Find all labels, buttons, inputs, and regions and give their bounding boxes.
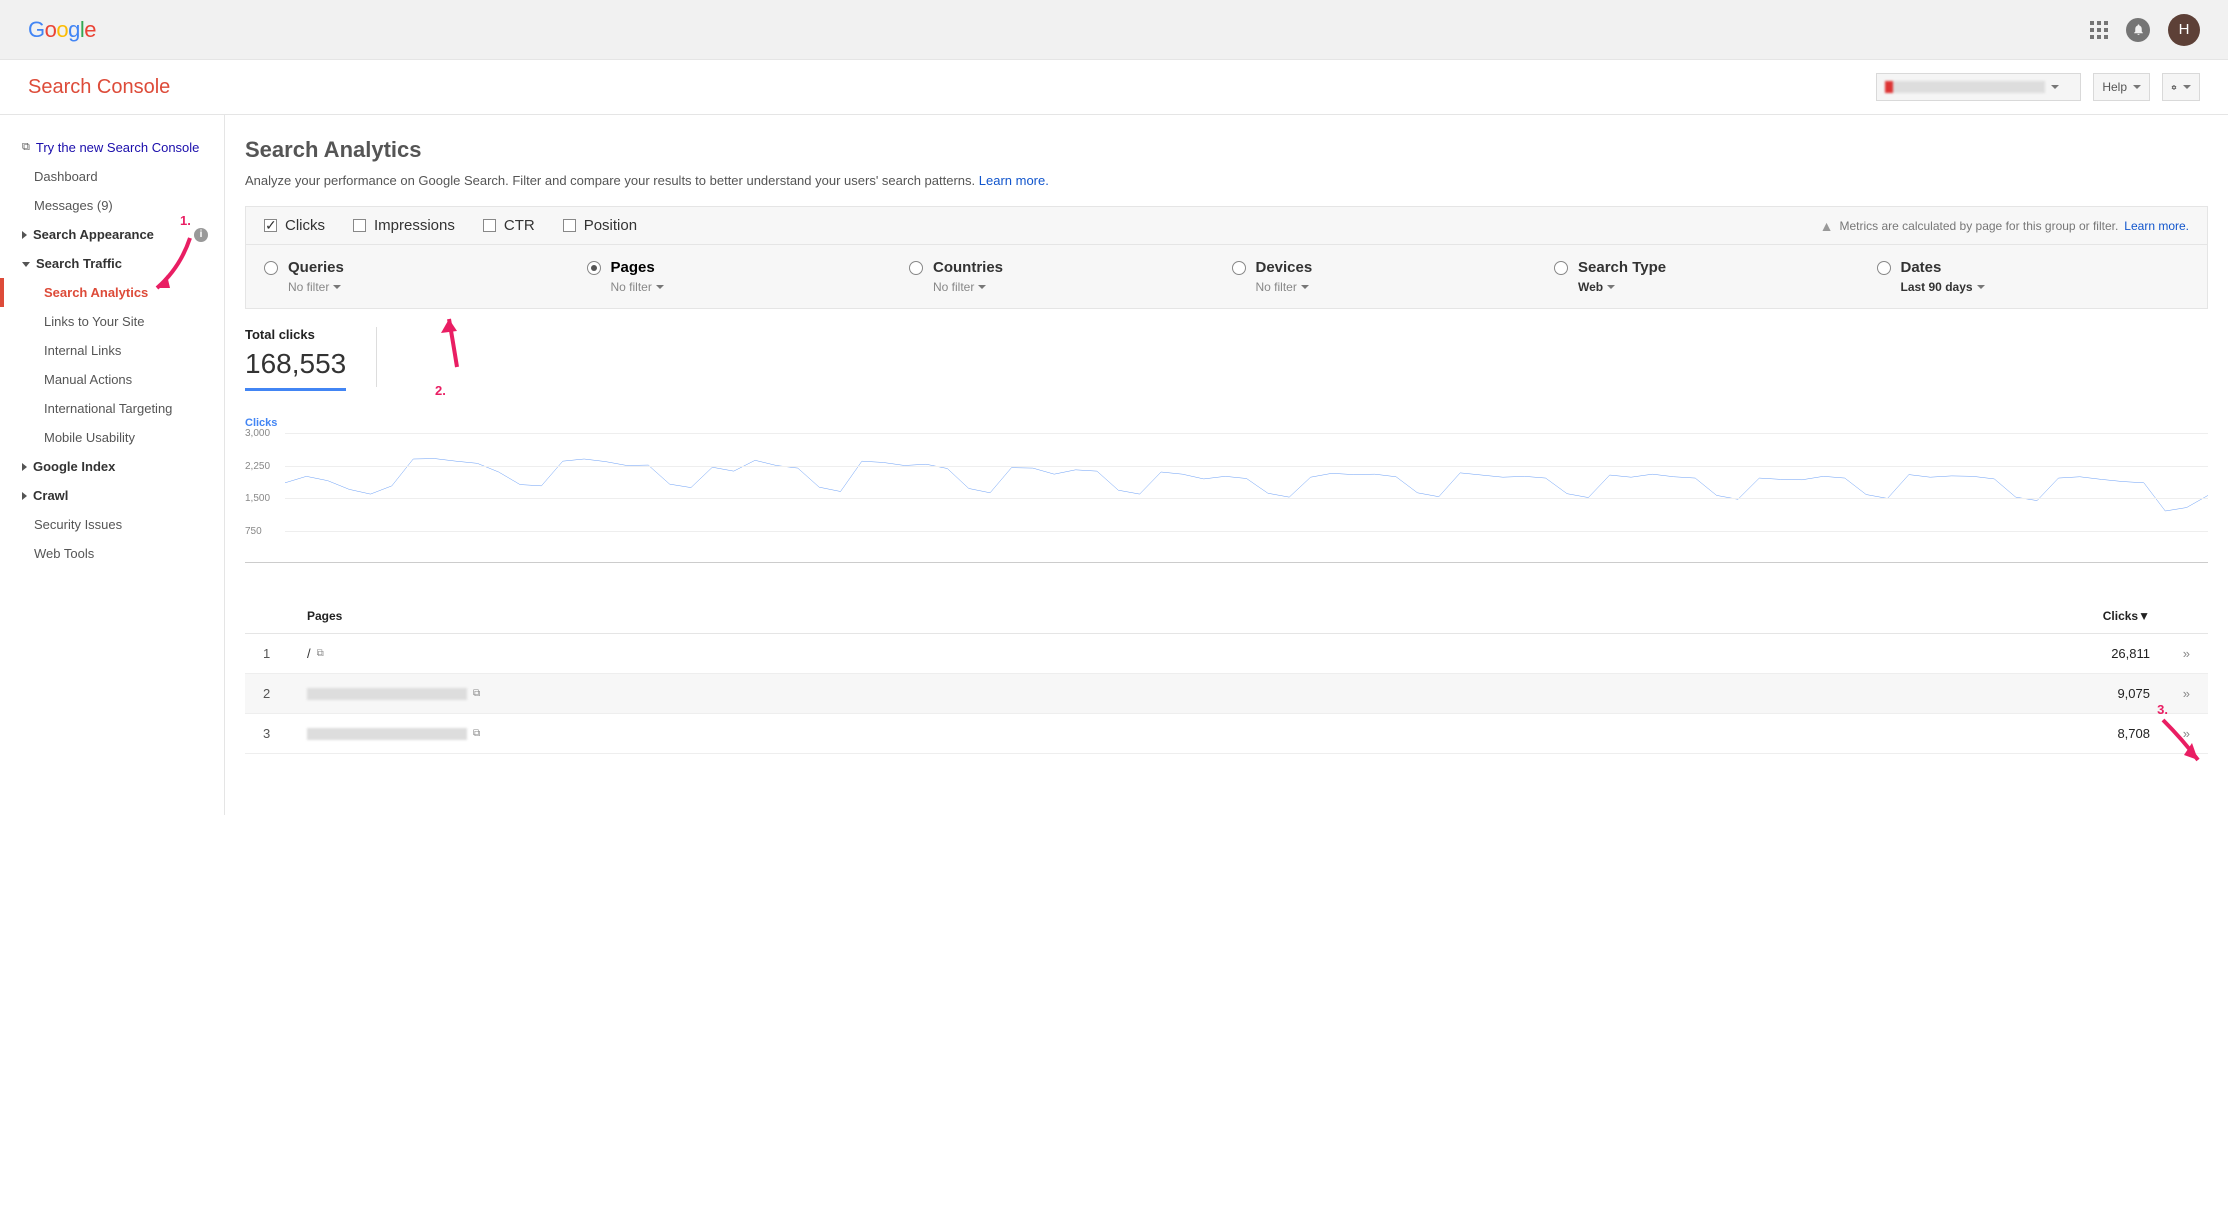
metrics-note: ▲Metrics are calculated by page for this… xyxy=(1820,218,2189,234)
table-row[interactable]: 1/⧉26,811» xyxy=(245,634,2208,674)
sidebar-item-search-analytics[interactable]: Search Analytics xyxy=(8,278,216,307)
results-table: Pages Clicks▼ 1/⧉26,811»2⧉9,075»3⧉8,708» xyxy=(245,599,2208,754)
divider xyxy=(376,327,377,387)
annotation-1: 1. xyxy=(180,213,191,228)
col-pages-header[interactable]: Pages xyxy=(307,609,2030,623)
apps-icon[interactable] xyxy=(2090,21,2108,39)
gear-icon xyxy=(2171,80,2177,95)
radio-icon xyxy=(264,261,278,275)
site-selector-dropdown[interactable] xyxy=(1876,73,2081,101)
chevron-down-icon xyxy=(2183,85,2191,89)
row-expand-icon[interactable]: » xyxy=(2150,686,2190,701)
warning-icon: ▲ xyxy=(1820,218,1834,234)
total-clicks-value: 168,553 xyxy=(245,348,346,380)
radio-icon xyxy=(587,261,601,275)
avatar[interactable]: H xyxy=(2168,14,2200,46)
open-external-icon[interactable]: ⧉ xyxy=(317,648,324,659)
help-dropdown[interactable]: Help xyxy=(2093,73,2150,101)
notifications-icon[interactable] xyxy=(2126,18,2150,42)
dimension-search-type[interactable]: Search TypeWeb xyxy=(1554,259,1867,294)
sidebar-item-links-to-site[interactable]: Links to Your Site xyxy=(8,307,216,336)
product-title: Search Console xyxy=(28,76,1876,99)
chevron-down-icon xyxy=(1977,285,1985,289)
google-logo: Google xyxy=(28,17,2090,43)
metric-toggle-position[interactable]: Position xyxy=(563,217,637,234)
table-row[interactable]: 3⧉8,708» xyxy=(245,714,2208,754)
checkbox-icon xyxy=(264,219,277,232)
row-expand-icon[interactable]: » xyxy=(2150,726,2190,741)
metric-toggle-clicks[interactable]: Clicks xyxy=(264,217,325,234)
sub-header: Search Console Help xyxy=(0,60,2228,115)
sidebar-group-google-index[interactable]: Google Index xyxy=(8,452,216,481)
open-external-icon: ⧉ xyxy=(22,141,30,154)
page-description: Analyze your performance on Google Searc… xyxy=(245,173,2208,188)
learn-more-link[interactable]: Learn more. xyxy=(2124,219,2189,233)
chevron-down-icon xyxy=(2051,85,2059,89)
open-external-icon[interactable]: ⧉ xyxy=(473,728,480,739)
chevron-down-icon xyxy=(978,285,986,289)
dimension-dates[interactable]: DatesLast 90 days xyxy=(1877,259,2190,294)
checkbox-icon xyxy=(483,219,496,232)
radio-icon xyxy=(1877,261,1891,275)
sidebar-item-security[interactable]: Security Issues xyxy=(8,510,216,539)
row-expand-icon[interactable]: » xyxy=(2150,646,2190,661)
sidebar-item-internal-links[interactable]: Internal Links xyxy=(8,336,216,365)
radio-icon xyxy=(1232,261,1246,275)
sidebar-item-web-tools[interactable]: Web Tools xyxy=(8,539,216,568)
top-header: Google H xyxy=(0,0,2228,60)
annotation-3: 3. xyxy=(2157,702,2168,717)
chevron-right-icon xyxy=(22,463,27,471)
metric-toggle-impressions[interactable]: Impressions xyxy=(353,217,455,234)
dimension-devices[interactable]: DevicesNo filter xyxy=(1232,259,1545,294)
chart-title: Clicks xyxy=(245,417,2208,429)
chevron-down-icon xyxy=(1301,285,1309,289)
metric-toggle-ctr[interactable]: CTR xyxy=(483,217,535,234)
chevron-down-icon xyxy=(22,262,30,267)
info-icon: i xyxy=(194,228,208,242)
sidebar-item-dashboard[interactable]: Dashboard xyxy=(8,162,216,191)
totals-block: Total clicks 168,553 xyxy=(245,309,2208,409)
chevron-right-icon xyxy=(22,231,27,239)
page-title: Search Analytics xyxy=(245,137,2208,163)
checkbox-icon xyxy=(563,219,576,232)
annotation-2: 2. xyxy=(435,383,446,398)
sidebar-item-intl-targeting[interactable]: International Targeting xyxy=(8,394,216,423)
total-clicks-label: Total clicks xyxy=(245,327,346,342)
dimension-pages[interactable]: PagesNo filter xyxy=(587,259,900,294)
chevron-down-icon xyxy=(2133,85,2141,89)
dimension-queries[interactable]: QueriesNo filter xyxy=(264,259,577,294)
table-header: Pages Clicks▼ xyxy=(245,599,2208,634)
sidebar-item-mobile-usability[interactable]: Mobile Usability xyxy=(8,423,216,452)
main-content: Search Analytics Analyze your performanc… xyxy=(225,115,2228,815)
chevron-down-icon xyxy=(656,285,664,289)
open-external-icon[interactable]: ⧉ xyxy=(473,688,480,699)
sidebar-item-manual-actions[interactable]: Manual Actions xyxy=(8,365,216,394)
chevron-right-icon xyxy=(22,492,27,500)
sidebar-group-search-traffic[interactable]: Search Traffic xyxy=(8,249,216,278)
radio-icon xyxy=(1554,261,1568,275)
sidebar-group-crawl[interactable]: Crawl xyxy=(8,481,216,510)
try-new-link[interactable]: ⧉Try the new Search Console xyxy=(8,133,216,162)
radio-icon xyxy=(909,261,923,275)
chart: Clicks 7501,5002,2503,000 xyxy=(245,417,2208,563)
filter-panel: Clicks Impressions CTR Position ▲Metrics… xyxy=(245,206,2208,309)
checkbox-icon xyxy=(353,219,366,232)
learn-more-link[interactable]: Learn more. xyxy=(979,173,1049,188)
dimension-countries[interactable]: CountriesNo filter xyxy=(909,259,1222,294)
table-row[interactable]: 2⧉9,075» xyxy=(245,674,2208,714)
chevron-down-icon xyxy=(1607,285,1615,289)
sidebar: ⧉Try the new Search Console Dashboard Me… xyxy=(0,115,225,815)
settings-button[interactable] xyxy=(2162,73,2200,101)
col-clicks-header[interactable]: Clicks▼ xyxy=(2030,609,2150,623)
chevron-down-icon xyxy=(333,285,341,289)
